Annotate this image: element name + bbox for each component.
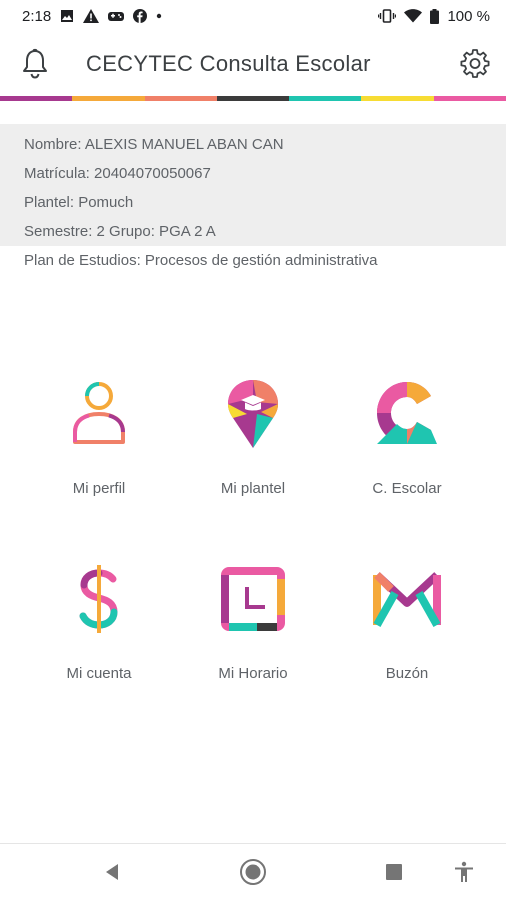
accessibility-icon: [455, 861, 473, 882]
person-icon: [73, 382, 125, 444]
menu-mi-perfil[interactable]: Mi perfil: [15, 378, 183, 528]
strip-segment: [289, 96, 362, 101]
back-button[interactable]: [98, 858, 126, 886]
recents-button[interactable]: [380, 858, 408, 886]
status-right: 100 %: [378, 8, 506, 25]
menu-label: Mi perfil: [72, 480, 126, 497]
wifi-icon: [404, 9, 423, 23]
menu-mi-plantel[interactable]: Mi plantel: [169, 378, 337, 528]
menu-label: Mi Horario: [218, 665, 288, 682]
home-circle-icon: [240, 859, 266, 885]
vibrate-icon: [378, 9, 397, 23]
status-bar: 2:18 100 %: [0, 0, 506, 32]
student-matricula: Matrícula: 20404070050067: [24, 165, 211, 182]
system-nav-bar: [0, 843, 506, 900]
strip-segment: [216, 96, 290, 101]
location-pin-icon: [228, 380, 278, 448]
home-button[interactable]: [239, 858, 267, 886]
strip-segment: [0, 96, 73, 101]
gear-icon: [460, 49, 490, 78]
student-name: Nombre: ALEXIS MANUEL ABAN CAN: [24, 136, 284, 153]
warning-icon: [83, 9, 100, 23]
accessibility-button[interactable]: [450, 858, 478, 886]
image-notification-icon: [60, 9, 74, 23]
menu-label: C. Escolar: [372, 480, 442, 497]
dollar-icon: [79, 565, 118, 633]
strip-segment: [361, 96, 434, 101]
brand-color-strip: [0, 96, 506, 101]
strip-segment: [72, 96, 145, 101]
bell-icon: [23, 48, 47, 79]
strip-segment: [433, 96, 506, 101]
menu-buzon[interactable]: Buzón: [323, 563, 491, 713]
strip-segment: [144, 96, 217, 101]
menu-label: Mi cuenta: [66, 665, 132, 682]
battery-percent: 100 %: [447, 7, 490, 25]
menu-c-escolar[interactable]: C. Escolar: [323, 378, 491, 528]
back-triangle-icon: [106, 864, 118, 880]
battery-icon: [430, 8, 440, 24]
notifications-button[interactable]: [20, 48, 50, 80]
game-controller-icon: [108, 10, 125, 22]
more-notifications-dot-icon: [156, 13, 162, 19]
recents-square-icon: [386, 864, 402, 880]
menu-label: Mi plantel: [220, 480, 286, 497]
menu-label: Buzón: [385, 665, 429, 682]
letter-c-icon: [377, 382, 437, 444]
menu-mi-cuenta[interactable]: Mi cuenta: [15, 563, 183, 713]
schedule-icon: [221, 567, 285, 631]
student-semestre: Semestre: 2 Grupo: PGA 2 A: [24, 223, 216, 240]
status-left: 2:18: [0, 8, 162, 25]
settings-button[interactable]: [460, 48, 490, 78]
menu-mi-horario[interactable]: Mi Horario: [169, 563, 337, 713]
status-time: 2:18: [22, 7, 52, 25]
mail-icon: [373, 572, 441, 627]
student-plantel: Plantel: Pomuch: [24, 194, 134, 211]
student-plan: Plan de Estudios: Procesos de gestión ad…: [24, 252, 378, 269]
app-bar: CECYTEC Consulta Escolar: [0, 32, 506, 96]
app-title: CECYTEC Consulta Escolar: [86, 51, 371, 76]
facebook-icon: [133, 9, 148, 23]
